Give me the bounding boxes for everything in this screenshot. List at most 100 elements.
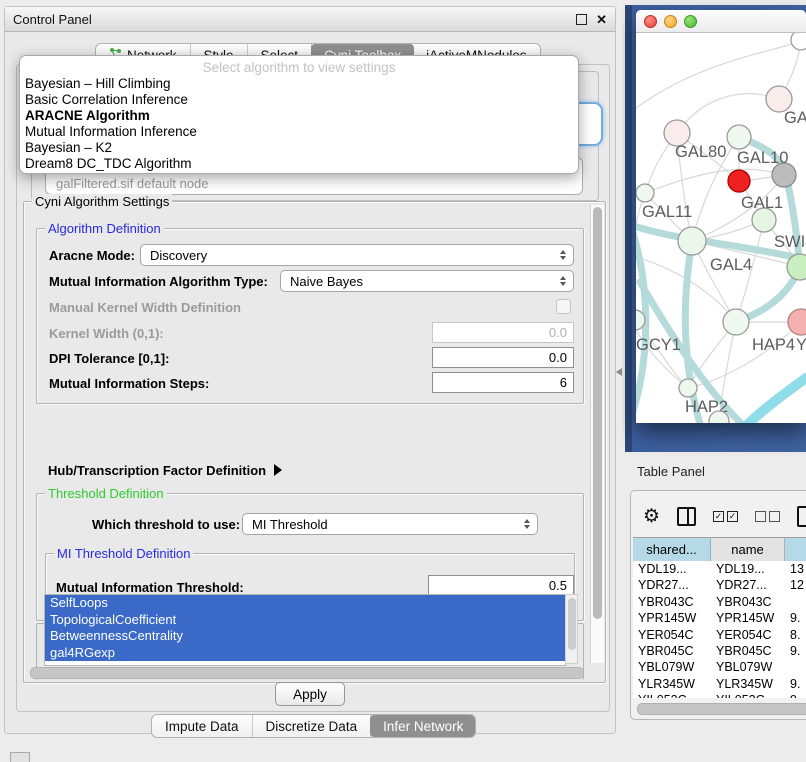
tab-label: Impute Data xyxy=(165,719,239,734)
table-cell xyxy=(785,594,806,610)
node-hap4-label: HAP4 xyxy=(752,336,795,354)
control-panel-titlebar: Control Panel ✕ xyxy=(5,7,615,32)
dpi-tolerance-label: DPI Tolerance [0,1]: xyxy=(49,351,169,366)
network-edge[interactable] xyxy=(744,378,806,423)
control-panel-window: Control Panel ✕ NetworkStyleSelectCyni T… xyxy=(4,6,616,734)
attribute-item[interactable]: SelfLoops xyxy=(45,595,565,612)
table-row[interactable]: YBL079WYBL079W xyxy=(633,659,806,675)
table-cell: YDR27... xyxy=(633,577,711,593)
node-gal1-label: GAL1 xyxy=(741,194,783,212)
apply-button[interactable]: Apply xyxy=(275,682,345,706)
node-gal11[interactable] xyxy=(636,184,654,202)
table-cell: 9. xyxy=(785,610,806,626)
minimized-panel-icon[interactable] xyxy=(10,752,30,762)
mi-threshold-label: Mutual Information Threshold: xyxy=(56,580,244,595)
node-gal10[interactable] xyxy=(727,125,751,149)
settings-group-title: Cyni Algorithm Settings xyxy=(32,194,172,209)
algorithm-option[interactable]: Basic Correlation Inference xyxy=(20,92,578,108)
table-cell: YPR145W xyxy=(711,610,785,626)
table-cell xyxy=(785,659,806,675)
algorithm-option[interactable]: ARACNE Algorithm xyxy=(20,108,578,124)
algorithm-definition-title: Algorithm Definition xyxy=(45,221,164,236)
node-topright[interactable] xyxy=(791,33,806,50)
table-panel-title: Table Panel xyxy=(637,464,705,479)
table-horizontal-scrollbar[interactable] xyxy=(637,703,806,714)
algorithm-placeholder: Select algorithm to view settings xyxy=(20,59,578,76)
table-cell: YDL19... xyxy=(633,561,711,577)
algorithm-option[interactable]: Bayesian – K2 xyxy=(20,140,578,156)
unchecked-boxes-icon[interactable] xyxy=(755,511,780,522)
gear-icon[interactable]: ⚙ xyxy=(643,507,660,526)
node-gray[interactable] xyxy=(772,163,796,187)
kernel-width-label: Kernel Width (0,1): xyxy=(49,326,164,341)
table-cell: 12 xyxy=(785,577,806,593)
attribute-item[interactable]: BetweennessCentrality xyxy=(45,628,565,645)
mi-type-value: Naive Bayes xyxy=(281,274,556,289)
algorithm-option[interactable]: Mutual Information Inference xyxy=(20,124,578,140)
tab-impute-data[interactable]: Impute Data xyxy=(152,715,253,737)
attribute-item[interactable]: TopologicalCoefficient xyxy=(45,612,565,629)
hub-definition-toggle[interactable]: Hub/Transcription Factor Definition xyxy=(48,463,282,478)
table-row[interactable]: YBR043CYBR043C xyxy=(633,594,806,610)
settings-horizontal-scrollbar[interactable] xyxy=(28,666,600,678)
panel-title: Control Panel xyxy=(13,12,92,27)
table-row[interactable]: YPR145WYPR145W9. xyxy=(633,610,806,626)
table-row[interactable]: YDR27...YDR27...12 xyxy=(633,577,806,593)
table-row[interactable]: YDL19...YDL19...13 xyxy=(633,561,806,577)
column-header[interactable]: A xyxy=(785,538,806,561)
node-gcy1-label: GCY1 xyxy=(636,336,681,354)
node-table: shared...nameAYDL19...YDL19...13YDR27...… xyxy=(633,537,806,698)
stepper-arrows-icon xyxy=(556,276,570,286)
tab-label: Infer Network xyxy=(383,719,463,734)
kernel-width-field[interactable]: 0.0 xyxy=(432,322,574,343)
attribute-item[interactable]: gal4RGexp xyxy=(45,645,565,662)
algorithm-option[interactable]: Bayesian – Hill Climbing xyxy=(20,76,578,92)
mi-type-label: Mutual Information Algorithm Type: xyxy=(49,274,268,289)
hub-definition-label: Hub/Transcription Factor Definition xyxy=(48,463,266,478)
node-red[interactable] xyxy=(728,170,750,192)
table-row[interactable]: YIL052CYIL052C9. xyxy=(633,692,806,698)
zoom-traffic-light[interactable] xyxy=(684,15,697,28)
node-hap4[interactable] xyxy=(723,309,749,335)
apply-button-label: Apply xyxy=(293,687,327,702)
network-edge[interactable] xyxy=(645,169,784,193)
network-edge[interactable] xyxy=(677,94,779,133)
node-gal80-label: GAL80 xyxy=(675,143,726,161)
table-panel: ⚙ ✓✓ shared...nameAYDL19...YDL19...13YDR… xyxy=(630,490,806,720)
node-pink-right-label: Y xyxy=(796,336,806,354)
table-row[interactable]: YER054CYER054C8. xyxy=(633,627,806,643)
aracne-mode-label: Aracne Mode: xyxy=(49,248,135,263)
aracne-mode-combo[interactable]: Discovery xyxy=(140,244,574,266)
table-cell: YLR345W xyxy=(711,676,785,692)
table-row[interactable]: YBR045CYBR045C9. xyxy=(633,643,806,659)
network-canvas[interactable]: GALGAL80GAL10GAL11GAL1SWI4GAL4GCY1HAP4YH… xyxy=(636,33,806,423)
algorithm-option[interactable]: Dream8 DC_TDC Algorithm xyxy=(20,156,578,172)
stepper-arrows-icon xyxy=(556,250,570,260)
node-hap2[interactable] xyxy=(679,379,697,397)
settings-vertical-scrollbar[interactable] xyxy=(590,205,604,663)
minimize-traffic-light[interactable] xyxy=(664,15,677,28)
float-window-icon[interactable] xyxy=(576,14,587,25)
dpi-tolerance-field[interactable]: 0.0 xyxy=(432,347,574,368)
close-traffic-light[interactable] xyxy=(644,15,657,28)
tab-discretize-data[interactable]: Discretize Data xyxy=(253,715,372,737)
mi-type-combo[interactable]: Naive Bayes xyxy=(280,270,574,292)
attributes-scrollbar[interactable] xyxy=(565,594,578,664)
which-threshold-combo[interactable]: MI Threshold xyxy=(242,513,538,535)
node-gal4[interactable] xyxy=(678,227,706,255)
node-swi4[interactable] xyxy=(787,254,806,280)
column-header[interactable]: shared... xyxy=(633,538,711,561)
mi-steps-field[interactable]: 6 xyxy=(432,372,574,393)
close-icon[interactable]: ✕ xyxy=(596,13,607,26)
document-icon[interactable] xyxy=(797,506,806,527)
table-cell: YBL079W xyxy=(633,659,711,675)
table-row[interactable]: YLR345WYLR345W9. xyxy=(633,676,806,692)
checked-boxes-icon[interactable]: ✓✓ xyxy=(713,511,738,522)
data-attributes-list: SelfLoopsTopologicalCoefficientBetweenne… xyxy=(44,594,566,666)
table-cell: YBL079W xyxy=(711,659,785,675)
columns-icon[interactable] xyxy=(677,507,696,526)
tab-infer-network[interactable]: Infer Network xyxy=(370,715,476,737)
column-header[interactable]: name xyxy=(711,538,785,561)
node-swi4-label: SWI4 xyxy=(774,233,806,251)
manual-kernel-checkbox[interactable] xyxy=(556,299,571,314)
